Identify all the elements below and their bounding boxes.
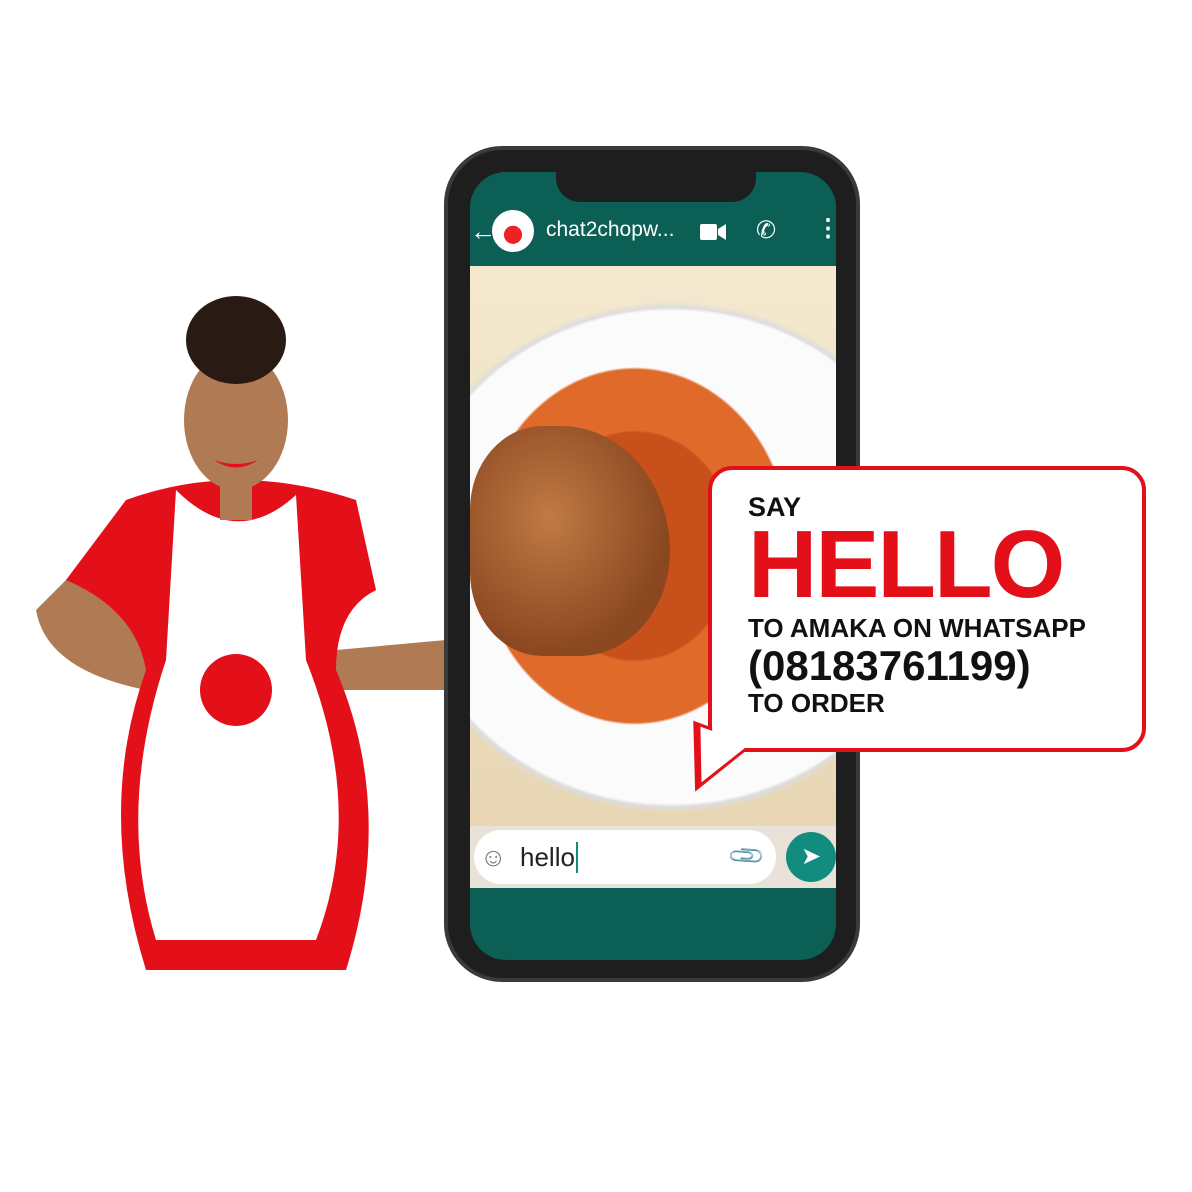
phone-notch <box>556 172 756 202</box>
more-vert-icon[interactable]: ⋮ <box>816 214 836 243</box>
promo-speech-bubble: SAY HELLO TO AMAKA ON WHATSAPP (08183761… <box>708 466 1146 752</box>
attachment-icon[interactable]: 📎 <box>726 836 768 878</box>
avatar[interactable] <box>492 210 534 252</box>
send-icon: ➤ <box>800 843 822 870</box>
send-button[interactable]: ➤ <box>786 832 836 882</box>
emoji-icon[interactable]: ☺ <box>480 842 507 873</box>
promo-hello: HELLO <box>748 511 1065 618</box>
composer-bar: ☺ hello 📎 ➤ <box>470 826 836 888</box>
phone-icon[interactable]: ✆ <box>756 216 776 245</box>
promo-line1: TO AMAKA ON WHATSAPP <box>748 613 1086 643</box>
video-call-icon[interactable] <box>700 224 726 240</box>
promo-line2: TO ORDER <box>748 688 885 718</box>
chicken <box>470 426 670 656</box>
chef-mascot-illustration <box>36 296 446 970</box>
chat-title[interactable]: chat2chopw... <box>546 218 674 242</box>
promo-phone-number: (08183761199) <box>748 642 1031 689</box>
message-input[interactable]: ☺ hello 📎 <box>474 830 776 884</box>
message-text[interactable]: hello <box>520 842 578 873</box>
